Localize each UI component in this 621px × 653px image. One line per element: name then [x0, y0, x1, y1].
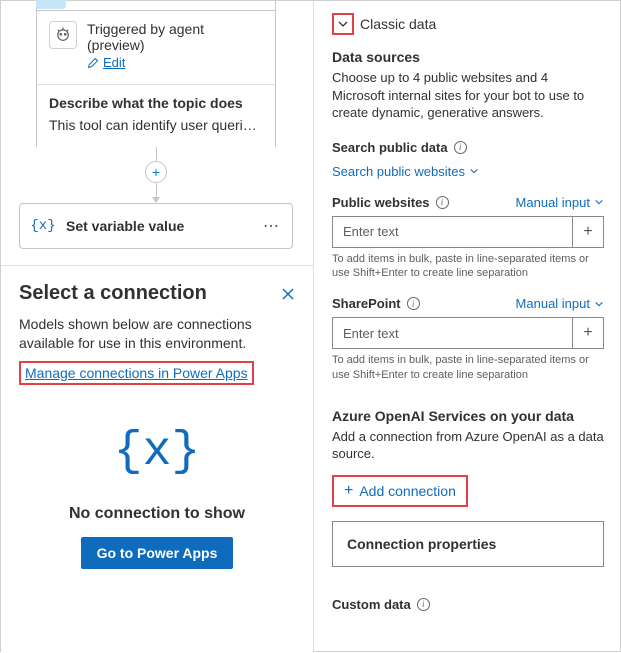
info-icon[interactable]: i	[407, 297, 420, 310]
search-public-websites-label: Search public websites	[332, 164, 465, 179]
arrow-down-icon	[152, 197, 160, 203]
close-icon[interactable]	[281, 287, 295, 301]
search-public-websites-link[interactable]: Search public websites	[332, 164, 479, 179]
bulk-hint: To add items in bulk, paste in line-sepa…	[332, 353, 604, 382]
edit-link-label: Edit	[103, 55, 125, 70]
chevron-down-icon[interactable]	[337, 18, 349, 30]
select-connection-subtitle: Models shown below are connections avail…	[19, 315, 295, 353]
connector: +	[36, 147, 276, 203]
go-to-power-apps-button[interactable]: Go to Power Apps	[81, 537, 234, 569]
sharepoint-heading: SharePoint	[332, 296, 401, 311]
info-icon[interactable]: i	[436, 196, 449, 209]
manage-connections-link[interactable]: Manage connections in Power Apps	[25, 365, 248, 381]
manual-input-label: Manual input	[516, 296, 590, 311]
add-node-button[interactable]: +	[145, 161, 167, 183]
trigger-title: Triggered by agent (preview)	[87, 21, 263, 53]
describe-text: This tool can identify user queries that…	[49, 117, 263, 133]
manual-input-label: Manual input	[516, 195, 590, 210]
edit-button[interactable]: Edit	[87, 55, 125, 70]
manual-input-dropdown[interactable]: Manual input	[516, 296, 604, 311]
chevron-down-icon	[594, 299, 604, 309]
chevron-down-icon	[594, 197, 604, 207]
bulk-hint: To add items in bulk, paste in line-sepa…	[332, 252, 604, 281]
data-sources-heading: Data sources	[332, 49, 604, 65]
azure-openai-heading: Azure OpenAI Services on your data	[332, 408, 604, 424]
azure-openai-desc: Add a connection from Azure OpenAI as a …	[332, 428, 604, 463]
empty-state-text: No connection to show	[69, 505, 245, 523]
add-item-button[interactable]: +	[572, 216, 604, 248]
pencil-icon	[87, 57, 99, 69]
set-variable-node[interactable]: {x} Set variable value ⋯	[19, 203, 293, 249]
select-connection-panel: Select a connection Models shown below a…	[1, 265, 313, 653]
add-connection-label: Add connection	[359, 483, 456, 499]
describe-label: Describe what the topic does	[49, 95, 263, 111]
more-icon[interactable]: ⋯	[259, 216, 284, 236]
variable-icon: {x}	[32, 215, 54, 237]
public-websites-heading: Public websites	[332, 195, 430, 210]
add-connection-button[interactable]: + Add connection	[332, 475, 468, 507]
info-icon[interactable]: i	[417, 598, 430, 611]
data-sources-desc: Choose up to 4 public websites and 4 Mic…	[332, 69, 604, 122]
search-public-data-heading: Search public data	[332, 140, 448, 155]
manual-input-dropdown[interactable]: Manual input	[516, 195, 604, 210]
connection-properties[interactable]: Connection properties	[332, 521, 604, 567]
classic-data-chevron-highlight	[332, 13, 354, 35]
agent-icon	[49, 21, 77, 49]
chevron-down-icon	[469, 166, 479, 176]
sharepoint-input[interactable]	[332, 317, 572, 349]
set-variable-label: Set variable value	[66, 218, 259, 234]
public-websites-input[interactable]	[332, 216, 572, 248]
chevron-down-icon	[36, 0, 66, 9]
trigger-node[interactable]: Triggered by agent (preview) Edit Descri…	[36, 1, 276, 147]
info-icon[interactable]: i	[454, 141, 467, 154]
select-connection-title: Select a connection	[19, 282, 207, 305]
variable-icon: {x}	[114, 425, 200, 479]
manage-connections-highlight: Manage connections in Power Apps	[19, 361, 254, 385]
custom-data-heading: Custom data	[332, 597, 411, 612]
classic-data-title: Classic data	[360, 16, 436, 32]
add-item-button[interactable]: +	[572, 317, 604, 349]
plus-icon: +	[344, 483, 353, 499]
